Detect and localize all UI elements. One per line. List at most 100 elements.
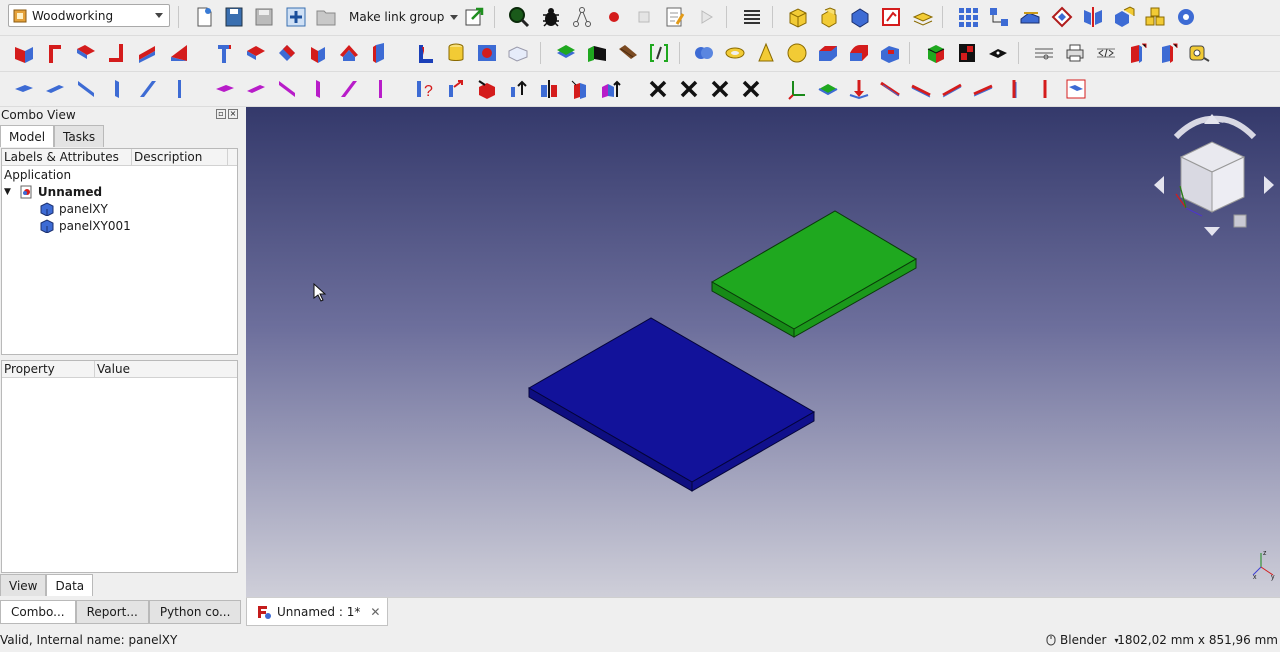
clone-button[interactable]	[877, 3, 905, 31]
panel-tool-button-13[interactable]	[411, 39, 439, 67]
tab-view[interactable]: View	[0, 574, 47, 596]
remove-button-2[interactable]	[675, 75, 703, 103]
cut-button[interactable]	[876, 39, 904, 67]
body-button[interactable]	[846, 3, 874, 31]
checker-button[interactable]	[953, 39, 981, 67]
remove-button-3[interactable]	[706, 75, 734, 103]
tab-tasks[interactable]: Tasks	[54, 125, 105, 147]
move-button-5[interactable]	[566, 75, 594, 103]
align-lines-button[interactable]	[1030, 39, 1058, 67]
layers-button[interactable]	[552, 39, 580, 67]
grid-button[interactable]	[954, 3, 982, 31]
stack-button[interactable]	[909, 3, 937, 31]
cone-button[interactable]	[752, 39, 780, 67]
stop-macro-button[interactable]	[630, 3, 658, 31]
remove-button-4[interactable]	[737, 75, 765, 103]
float-panel-icon[interactable]: ▫	[216, 109, 226, 119]
move-button-6[interactable]	[597, 75, 625, 103]
debug-button[interactable]	[537, 3, 565, 31]
close-tab-icon[interactable]: ✕	[370, 605, 380, 619]
purple-panel-button-1[interactable]	[211, 75, 239, 103]
hierarchy-button[interactable]	[985, 3, 1013, 31]
line-red-button-2[interactable]	[907, 75, 935, 103]
tab-model[interactable]: Model	[0, 125, 55, 147]
black-block-button[interactable]	[583, 39, 611, 67]
panel-tool-button-7[interactable]	[211, 39, 239, 67]
folder-button[interactable]	[312, 3, 340, 31]
sphere-button[interactable]	[783, 39, 811, 67]
multi-cube-button[interactable]	[1141, 3, 1169, 31]
panel-tool-button-11[interactable]	[335, 39, 363, 67]
tab-report[interactable]: Report...	[75, 600, 149, 624]
link-button[interactable]	[461, 3, 489, 31]
code-bracket-button[interactable]	[645, 39, 673, 67]
move-button-3[interactable]	[504, 75, 532, 103]
flat-panel-button-4[interactable]	[103, 75, 131, 103]
purple-panel-button-3[interactable]	[273, 75, 301, 103]
make-link-group-button[interactable]: Make link group	[349, 7, 459, 27]
open-document-button[interactable]	[220, 3, 248, 31]
macro-inspect-button[interactable]	[505, 3, 533, 31]
macro-edit-button[interactable]	[661, 3, 689, 31]
panel-tool-button-6[interactable]	[165, 39, 193, 67]
fillet-button[interactable]	[845, 39, 873, 67]
remove-button-1[interactable]	[644, 75, 672, 103]
line-red-button-1[interactable]	[876, 75, 904, 103]
print-button[interactable]	[1061, 39, 1089, 67]
blue-panel-export-button[interactable]	[1154, 39, 1182, 67]
panel-tool-button-3[interactable]	[72, 39, 100, 67]
red-panel-export-button[interactable]	[1123, 39, 1151, 67]
add-button[interactable]	[282, 3, 310, 31]
property-column-header[interactable]: Property	[2, 361, 95, 377]
measure-button[interactable]	[1016, 3, 1044, 31]
chamfer-button[interactable]	[814, 39, 842, 67]
tree-item-panelxy[interactable]: panelXY	[40, 200, 108, 217]
axis-button[interactable]	[783, 75, 811, 103]
tab-combo[interactable]: Combo...	[0, 600, 76, 624]
tape-measure-button[interactable]	[1185, 39, 1213, 67]
panels-button[interactable]	[1110, 3, 1138, 31]
mirror-button[interactable]	[1079, 3, 1107, 31]
color-cube-button[interactable]	[922, 39, 950, 67]
panel-tool-button-9[interactable]	[273, 39, 301, 67]
run-macro-button[interactable]	[692, 3, 720, 31]
flat-panel-button-3[interactable]	[72, 75, 100, 103]
navigation-style-selector[interactable]: Blender ▾	[1046, 633, 1119, 647]
workbench-selector[interactable]: Woodworking	[8, 4, 170, 27]
tree-header-description[interactable]: Description	[132, 149, 228, 165]
panel-tool-button-1[interactable]	[10, 39, 38, 67]
sketch-button[interactable]	[1062, 75, 1090, 103]
graph-button[interactable]	[568, 3, 596, 31]
purple-panel-button-2[interactable]	[242, 75, 270, 103]
tree-header-labels[interactable]: Labels & Attributes	[2, 149, 132, 165]
down-arrow-button[interactable]	[845, 75, 873, 103]
diamond-button[interactable]	[1048, 3, 1076, 31]
vertical-line-button-2[interactable]	[1031, 75, 1059, 103]
line-red-button-4[interactable]	[969, 75, 997, 103]
purple-panel-button-4[interactable]	[304, 75, 332, 103]
expand-arrow-icon[interactable]: ▼	[4, 187, 11, 197]
new-document-button[interactable]	[190, 3, 218, 31]
torus-button[interactable]	[721, 39, 749, 67]
flat-panel-button-2[interactable]	[41, 75, 69, 103]
flat-panel-button-1[interactable]	[10, 75, 38, 103]
move-button-2[interactable]	[473, 75, 501, 103]
panel-tool-button-12[interactable]	[366, 39, 394, 67]
tree-item-panelxy001[interactable]: panelXY001	[40, 217, 131, 234]
move-button-4[interactable]	[535, 75, 563, 103]
list-view-button[interactable]	[738, 3, 766, 31]
view-menu-icon[interactable]	[1233, 214, 1247, 228]
panel-xy001-green[interactable]	[710, 210, 917, 338]
panel-tool-button-2[interactable]	[41, 39, 69, 67]
fuse-button[interactable]	[690, 39, 718, 67]
close-panel-icon[interactable]: ×	[228, 109, 238, 119]
panel-tool-button-5[interactable]	[134, 39, 162, 67]
record-macro-button[interactable]	[600, 3, 628, 31]
move-button-1[interactable]	[442, 75, 470, 103]
panel-tool-button-4[interactable]	[103, 39, 131, 67]
tree-document[interactable]: ▼ Unnamed	[4, 183, 102, 200]
rotate-left-arrow-icon[interactable]	[1154, 176, 1164, 194]
settings-gear-button[interactable]	[1172, 3, 1200, 31]
panel-tool-button-10[interactable]	[304, 39, 332, 67]
flat-panel-button-5[interactable]	[134, 75, 162, 103]
